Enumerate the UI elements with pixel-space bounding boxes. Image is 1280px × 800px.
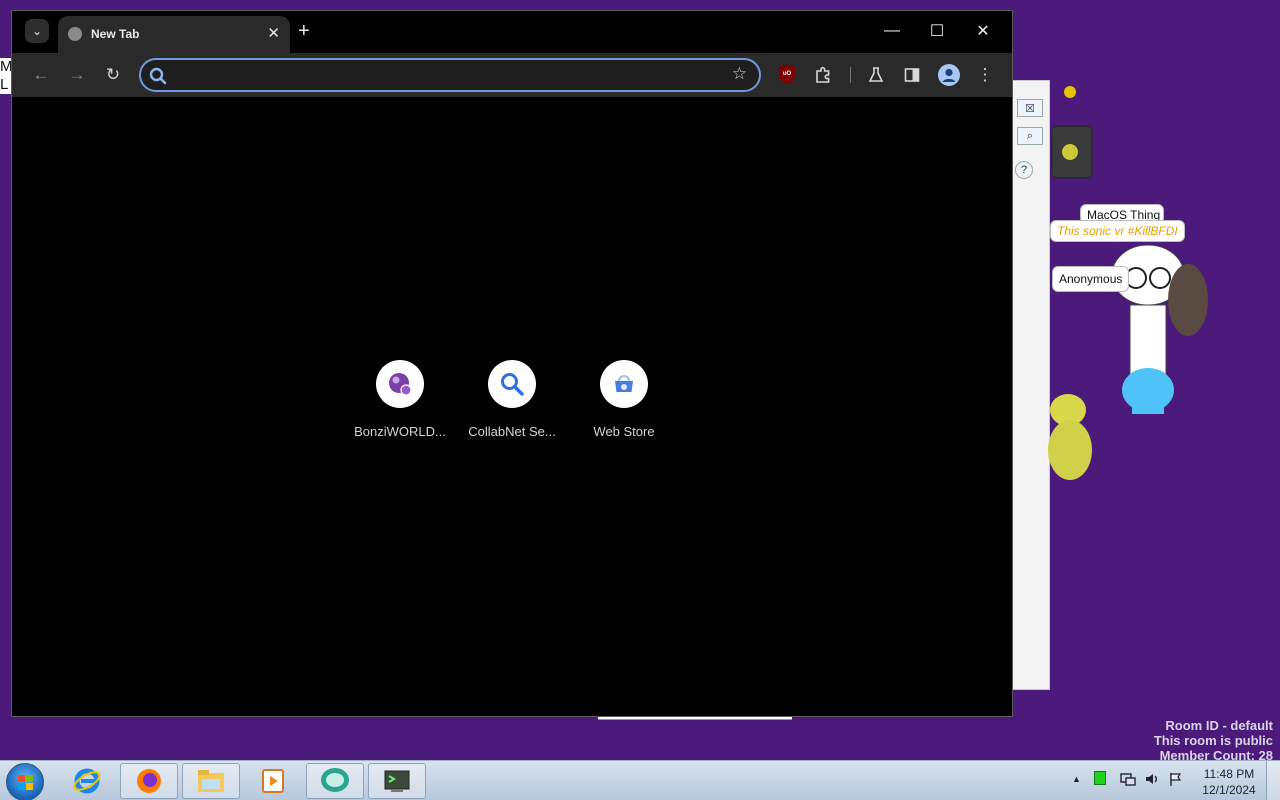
file-explorer-icon — [198, 770, 224, 792]
maximize-button[interactable]: ☐ — [923, 19, 951, 43]
purple-globe-icon — [389, 373, 412, 396]
taskbar-chat-app[interactable] — [306, 763, 364, 799]
shortcut-label: BonziWORLD... — [354, 424, 446, 439]
shortcut-icon-circle — [376, 360, 424, 408]
tray-volume-icon[interactable] — [1144, 771, 1160, 790]
browser-window[interactable]: ⌄ New Tab ✕ + — ☐ ✕ ← → ↻ ☆ uO ⋮ BonziWO… — [11, 10, 1013, 717]
background-window-close-icon[interactable]: ☒ — [1017, 99, 1043, 117]
background-window[interactable]: ☒ ⌕ ? — [1012, 80, 1050, 690]
speech-bubble-anonymous: Anonymous — [1052, 266, 1130, 292]
taskbar-media-player[interactable] — [244, 763, 302, 799]
yellow-monkey-character — [1048, 394, 1092, 480]
browser-menu-button[interactable]: ⋮ — [972, 63, 998, 87]
flask-icon — [868, 67, 884, 82]
monitor-character — [1051, 86, 1093, 179]
blue-character — [1122, 368, 1174, 414]
search-icon — [149, 67, 167, 85]
clock-date: 12/1/2024 — [1202, 783, 1256, 797]
taskbar-internet-explorer[interactable] — [58, 763, 116, 799]
tray-action-center-flag-icon[interactable] — [1168, 771, 1184, 790]
bookmark-star-icon[interactable]: ☆ — [732, 64, 747, 84]
media-player-icon — [262, 769, 284, 793]
shortcut-icon-circle — [600, 360, 648, 408]
back-button[interactable]: ← — [28, 63, 54, 87]
taskbar: ▲ 11:48 PM 12/1/2024 — [0, 760, 1280, 800]
terminal-app-icon — [384, 770, 410, 792]
room-id-text: Room ID - default — [1165, 718, 1273, 733]
tray-green-app-icon[interactable] — [1094, 771, 1106, 785]
shortcut-label: CollabNet Se... — [468, 424, 556, 439]
chevron-down-icon: ⌄ — [31, 24, 43, 38]
tab-search-button[interactable]: ⌄ — [25, 19, 49, 43]
clock-time: 11:48 PM — [1203, 767, 1255, 781]
flag-icon — [1170, 773, 1182, 786]
person-icon — [942, 68, 956, 82]
taskbar-file-explorer[interactable] — [182, 763, 240, 799]
magnifier-icon — [501, 373, 524, 396]
dark-cat-character — [1168, 264, 1208, 336]
network-icon — [1120, 773, 1136, 786]
windows-logo-icon — [18, 775, 33, 790]
browser-toolbar: ← → ↻ ☆ uO ⋮ — [12, 53, 1012, 97]
close-button[interactable]: ✕ — [969, 19, 997, 43]
internet-explorer-icon — [73, 768, 101, 794]
shortcut-bonziworld[interactable]: BonziWORLD... — [350, 360, 450, 439]
tab-close-icon[interactable]: ✕ — [267, 24, 280, 42]
puzzle-icon — [816, 66, 830, 83]
shortcut-label: Web Store — [593, 424, 655, 439]
toolbar-separator — [850, 67, 851, 83]
chat-app-icon — [321, 768, 349, 792]
side-panel-icon — [904, 68, 920, 82]
tab-title: New Tab — [91, 27, 140, 41]
background-window-search-icon[interactable]: ⌕ — [1017, 127, 1043, 145]
extensions-puzzle-icon[interactable] — [810, 63, 836, 87]
member-count-text: Member Count: 28 — [1159, 748, 1273, 760]
browser-titlebar[interactable]: ⌄ New Tab ✕ + — ☐ ✕ — [12, 11, 1012, 53]
taskbar-clock[interactable]: 11:48 PM 12/1/2024 — [1196, 766, 1262, 798]
show-desktop-button[interactable] — [1266, 761, 1280, 800]
background-window-help-icon[interactable]: ? — [1015, 161, 1033, 179]
web-store-icon — [615, 375, 633, 392]
reload-button[interactable]: ↻ — [100, 63, 126, 87]
labs-flask-button[interactable] — [863, 63, 889, 87]
speech-bubble-sonic: This sonic vr #KillBFDI — [1050, 220, 1185, 242]
new-tab-button[interactable]: + — [298, 21, 310, 41]
globe-icon — [68, 27, 82, 41]
taskbar-terminal-app[interactable] — [368, 763, 426, 799]
minimize-button[interactable]: — — [878, 19, 906, 43]
speaker-icon — [1146, 774, 1157, 784]
tab-new-tab[interactable]: New Tab ✕ — [58, 16, 290, 53]
new-tab-page: BonziWORLD... CollabNet Se... Web Store — [18, 97, 1006, 710]
taskbar-firefox[interactable] — [120, 763, 178, 799]
shortcut-web-store[interactable]: Web Store — [574, 360, 674, 439]
room-info: Room ID - default This room is public Me… — [1154, 718, 1273, 760]
side-panel-button[interactable] — [899, 63, 925, 87]
start-button[interactable] — [6, 763, 44, 800]
firefox-icon — [137, 769, 161, 793]
chat-characters — [1048, 86, 1208, 480]
address-bar[interactable]: ☆ — [139, 58, 761, 92]
address-input[interactable] — [175, 65, 695, 85]
shortcut-collabnet[interactable]: CollabNet Se... — [462, 360, 562, 439]
room-visibility-text: This room is public — [1153, 733, 1273, 748]
ublock-extension-icon[interactable]: uO — [779, 65, 795, 83]
forward-button[interactable]: → — [64, 63, 90, 87]
profile-avatar-icon[interactable] — [938, 64, 960, 86]
tray-network-icon[interactable] — [1120, 771, 1136, 790]
shortcut-icon-circle — [488, 360, 536, 408]
tray-expand-arrow-icon[interactable]: ▲ — [1072, 774, 1081, 784]
